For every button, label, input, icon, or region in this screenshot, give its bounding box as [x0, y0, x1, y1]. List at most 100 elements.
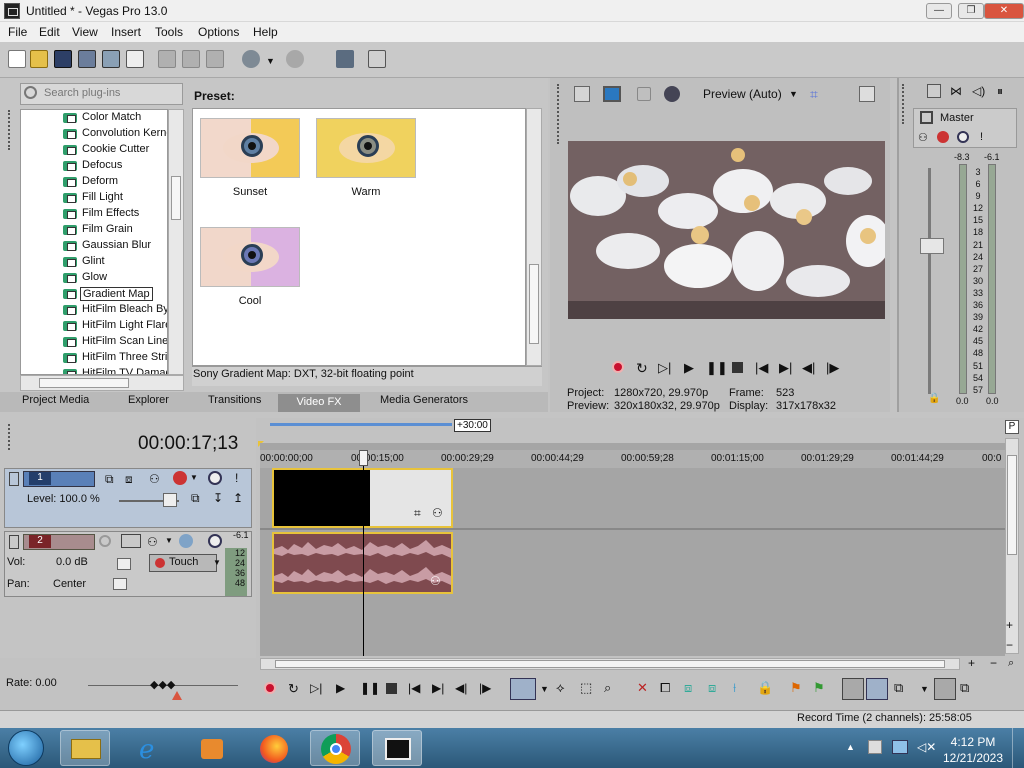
tab-project-media[interactable]: Project Media — [22, 394, 89, 406]
scroll-thumb[interactable] — [1007, 455, 1017, 555]
lock-icon[interactable]: 🔒 — [757, 680, 773, 696]
start-button[interactable] — [8, 730, 44, 766]
scroll-thumb[interactable] — [275, 660, 945, 668]
playhead-handle[interactable] — [359, 450, 368, 466]
chevron-down-icon[interactable]: ▼ — [920, 684, 929, 694]
play-icon[interactable]: ▶ — [336, 681, 345, 695]
tree-item[interactable]: HitFilm TV Damage — [21, 366, 167, 374]
make-child-icon[interactable]: ↥ — [233, 491, 243, 505]
record-button[interactable] — [612, 361, 624, 373]
trim-end-icon[interactable]: ⧈ — [708, 680, 716, 696]
track-motion-icon[interactable]: ⧉ — [105, 472, 114, 487]
video-track-header[interactable]: 1 ⧉ ⧈ ⚇ ▼ ! Level: 100.0 % ⧉ ↧ ↥ — [4, 468, 252, 528]
event-fx-icon[interactable]: ⚇ — [430, 574, 441, 588]
master-fader[interactable] — [920, 238, 944, 254]
solo-icon[interactable]: ! — [235, 471, 238, 485]
overlays-grid-icon[interactable]: ⌗ — [810, 86, 826, 102]
previous-frame-icon[interactable]: ◀| — [802, 360, 815, 376]
action-center-icon[interactable] — [868, 740, 882, 754]
scroll-thumb[interactable] — [529, 264, 539, 344]
region-marker-icon[interactable]: P — [1005, 420, 1019, 434]
save-as-icon[interactable] — [78, 50, 96, 68]
split-screen-icon[interactable] — [637, 87, 651, 101]
chevron-down-icon[interactable]: ▼ — [213, 558, 221, 567]
master-solo-icon[interactable]: ! — [980, 131, 983, 143]
menu-file[interactable]: File — [8, 25, 27, 39]
zoom-in-icon[interactable]: + — [968, 656, 975, 670]
envelope-tool-icon[interactable]: ⟡ — [556, 680, 565, 696]
mute-icon[interactable] — [208, 471, 222, 485]
tree-item[interactable]: HitFilm Bleach Byp — [21, 302, 167, 318]
taskbar-explorer[interactable] — [60, 730, 110, 766]
previous-frame-icon[interactable]: ◀| — [455, 681, 467, 695]
rate-slider-thumb[interactable]: ◆◆◆ — [150, 678, 175, 691]
level-slider-thumb[interactable] — [163, 493, 177, 507]
record-button[interactable] — [264, 682, 276, 694]
crop-icon[interactable]: ⌗ — [414, 506, 421, 521]
paste-icon[interactable] — [206, 50, 224, 68]
dim-output-icon[interactable]: ◁) — [972, 84, 985, 98]
pause-icon[interactable]: ❚❚ — [706, 360, 728, 376]
undo-dropdown-icon[interactable]: ▼ — [266, 56, 275, 66]
playhead-cursor[interactable] — [363, 452, 364, 656]
automation-icon[interactable] — [179, 534, 193, 548]
properties-icon[interactable] — [126, 50, 144, 68]
zoom-tool-icon[interactable]: ⌕ — [1008, 657, 1014, 670]
go-to-start-icon[interactable]: |◀ — [755, 360, 768, 376]
undo-icon[interactable] — [242, 50, 260, 68]
tab-media-generators[interactable]: Media Generators — [380, 394, 468, 406]
chevron-down-icon[interactable]: ▼ — [789, 89, 798, 99]
loop-region-bar[interactable] — [270, 423, 452, 426]
panel-grip[interactable] — [8, 110, 14, 150]
insert-region-icon[interactable]: ⚑ — [813, 680, 825, 696]
split-icon[interactable]: ⟊ — [733, 680, 736, 696]
mute-all-icon[interactable]: ⏸ — [997, 84, 1003, 99]
play-from-start-icon[interactable]: ▷| — [310, 681, 322, 695]
menu-help[interactable]: Help — [253, 25, 278, 39]
go-to-end-icon[interactable]: ▶| — [432, 681, 444, 695]
stop-icon[interactable] — [386, 683, 397, 694]
event-fx-icon[interactable]: ⚇ — [432, 506, 443, 520]
collapse-icon[interactable] — [9, 535, 19, 549]
stop-icon[interactable] — [732, 362, 743, 373]
menu-insert[interactable]: Insert — [111, 25, 141, 39]
lock-icon[interactable]: 🔒 — [928, 393, 940, 404]
network-icon[interactable] — [892, 740, 908, 754]
tree-item[interactable]: Glow — [21, 270, 167, 286]
zoom-edit-tool-icon[interactable]: ⌕ — [604, 680, 611, 696]
help-pointer-icon[interactable] — [368, 50, 386, 68]
preview-quality-icon[interactable] — [664, 86, 680, 102]
panel-grip[interactable] — [902, 84, 908, 124]
close-button[interactable]: ✕ — [984, 3, 1024, 19]
preview-quality-dropdown[interactable]: Preview (Auto) — [703, 87, 782, 101]
ripple-edit-icon[interactable]: ⧉ — [894, 680, 903, 696]
make-parent-icon[interactable]: ↧ — [213, 491, 223, 505]
show-hidden-icons[interactable]: ▲ — [846, 742, 855, 752]
tree-item[interactable]: Convolution Kerne — [21, 126, 167, 142]
taskbar-clock[interactable]: 4:12 PM 12/21/2023 — [938, 734, 1008, 766]
trim-start-icon[interactable]: ⧈ — [684, 680, 692, 696]
tree-item[interactable]: HitFilm Three Strip — [21, 350, 167, 366]
panel-grip[interactable] — [8, 424, 14, 450]
chevron-down-icon[interactable]: ▼ — [165, 536, 173, 545]
fx-chain-icon[interactable]: ⚇ — [147, 535, 158, 549]
collapse-icon[interactable] — [9, 472, 19, 486]
tree-item[interactable]: Deform — [21, 174, 167, 190]
panel-grip[interactable] — [557, 84, 563, 144]
tree-item[interactable]: Cookie Cutter — [21, 142, 167, 158]
auto-crossfade-icon[interactable] — [866, 678, 888, 700]
normal-edit-tool-icon[interactable] — [510, 678, 536, 700]
tab-transitions[interactable]: Transitions — [208, 394, 261, 406]
fx-wand-icon[interactable] — [336, 50, 354, 68]
master-mute-icon[interactable] — [957, 131, 969, 143]
restore-button[interactable]: ❐ — [958, 3, 984, 19]
downmix-icon[interactable]: ⋈ — [950, 84, 962, 98]
pause-icon[interactable]: ❚❚ — [360, 681, 380, 695]
chevron-down-icon[interactable]: ▼ — [540, 684, 549, 694]
master-fx-chain-icon[interactable]: ⚇ — [918, 131, 928, 144]
redo-icon[interactable] — [286, 50, 304, 68]
tree-item[interactable]: HitFilm Light Flares — [21, 318, 167, 334]
menu-options[interactable]: Options — [198, 25, 239, 39]
timeline-horizontal-scrollbar[interactable] — [260, 658, 960, 670]
tree-item[interactable]: Film Effects — [21, 206, 167, 222]
